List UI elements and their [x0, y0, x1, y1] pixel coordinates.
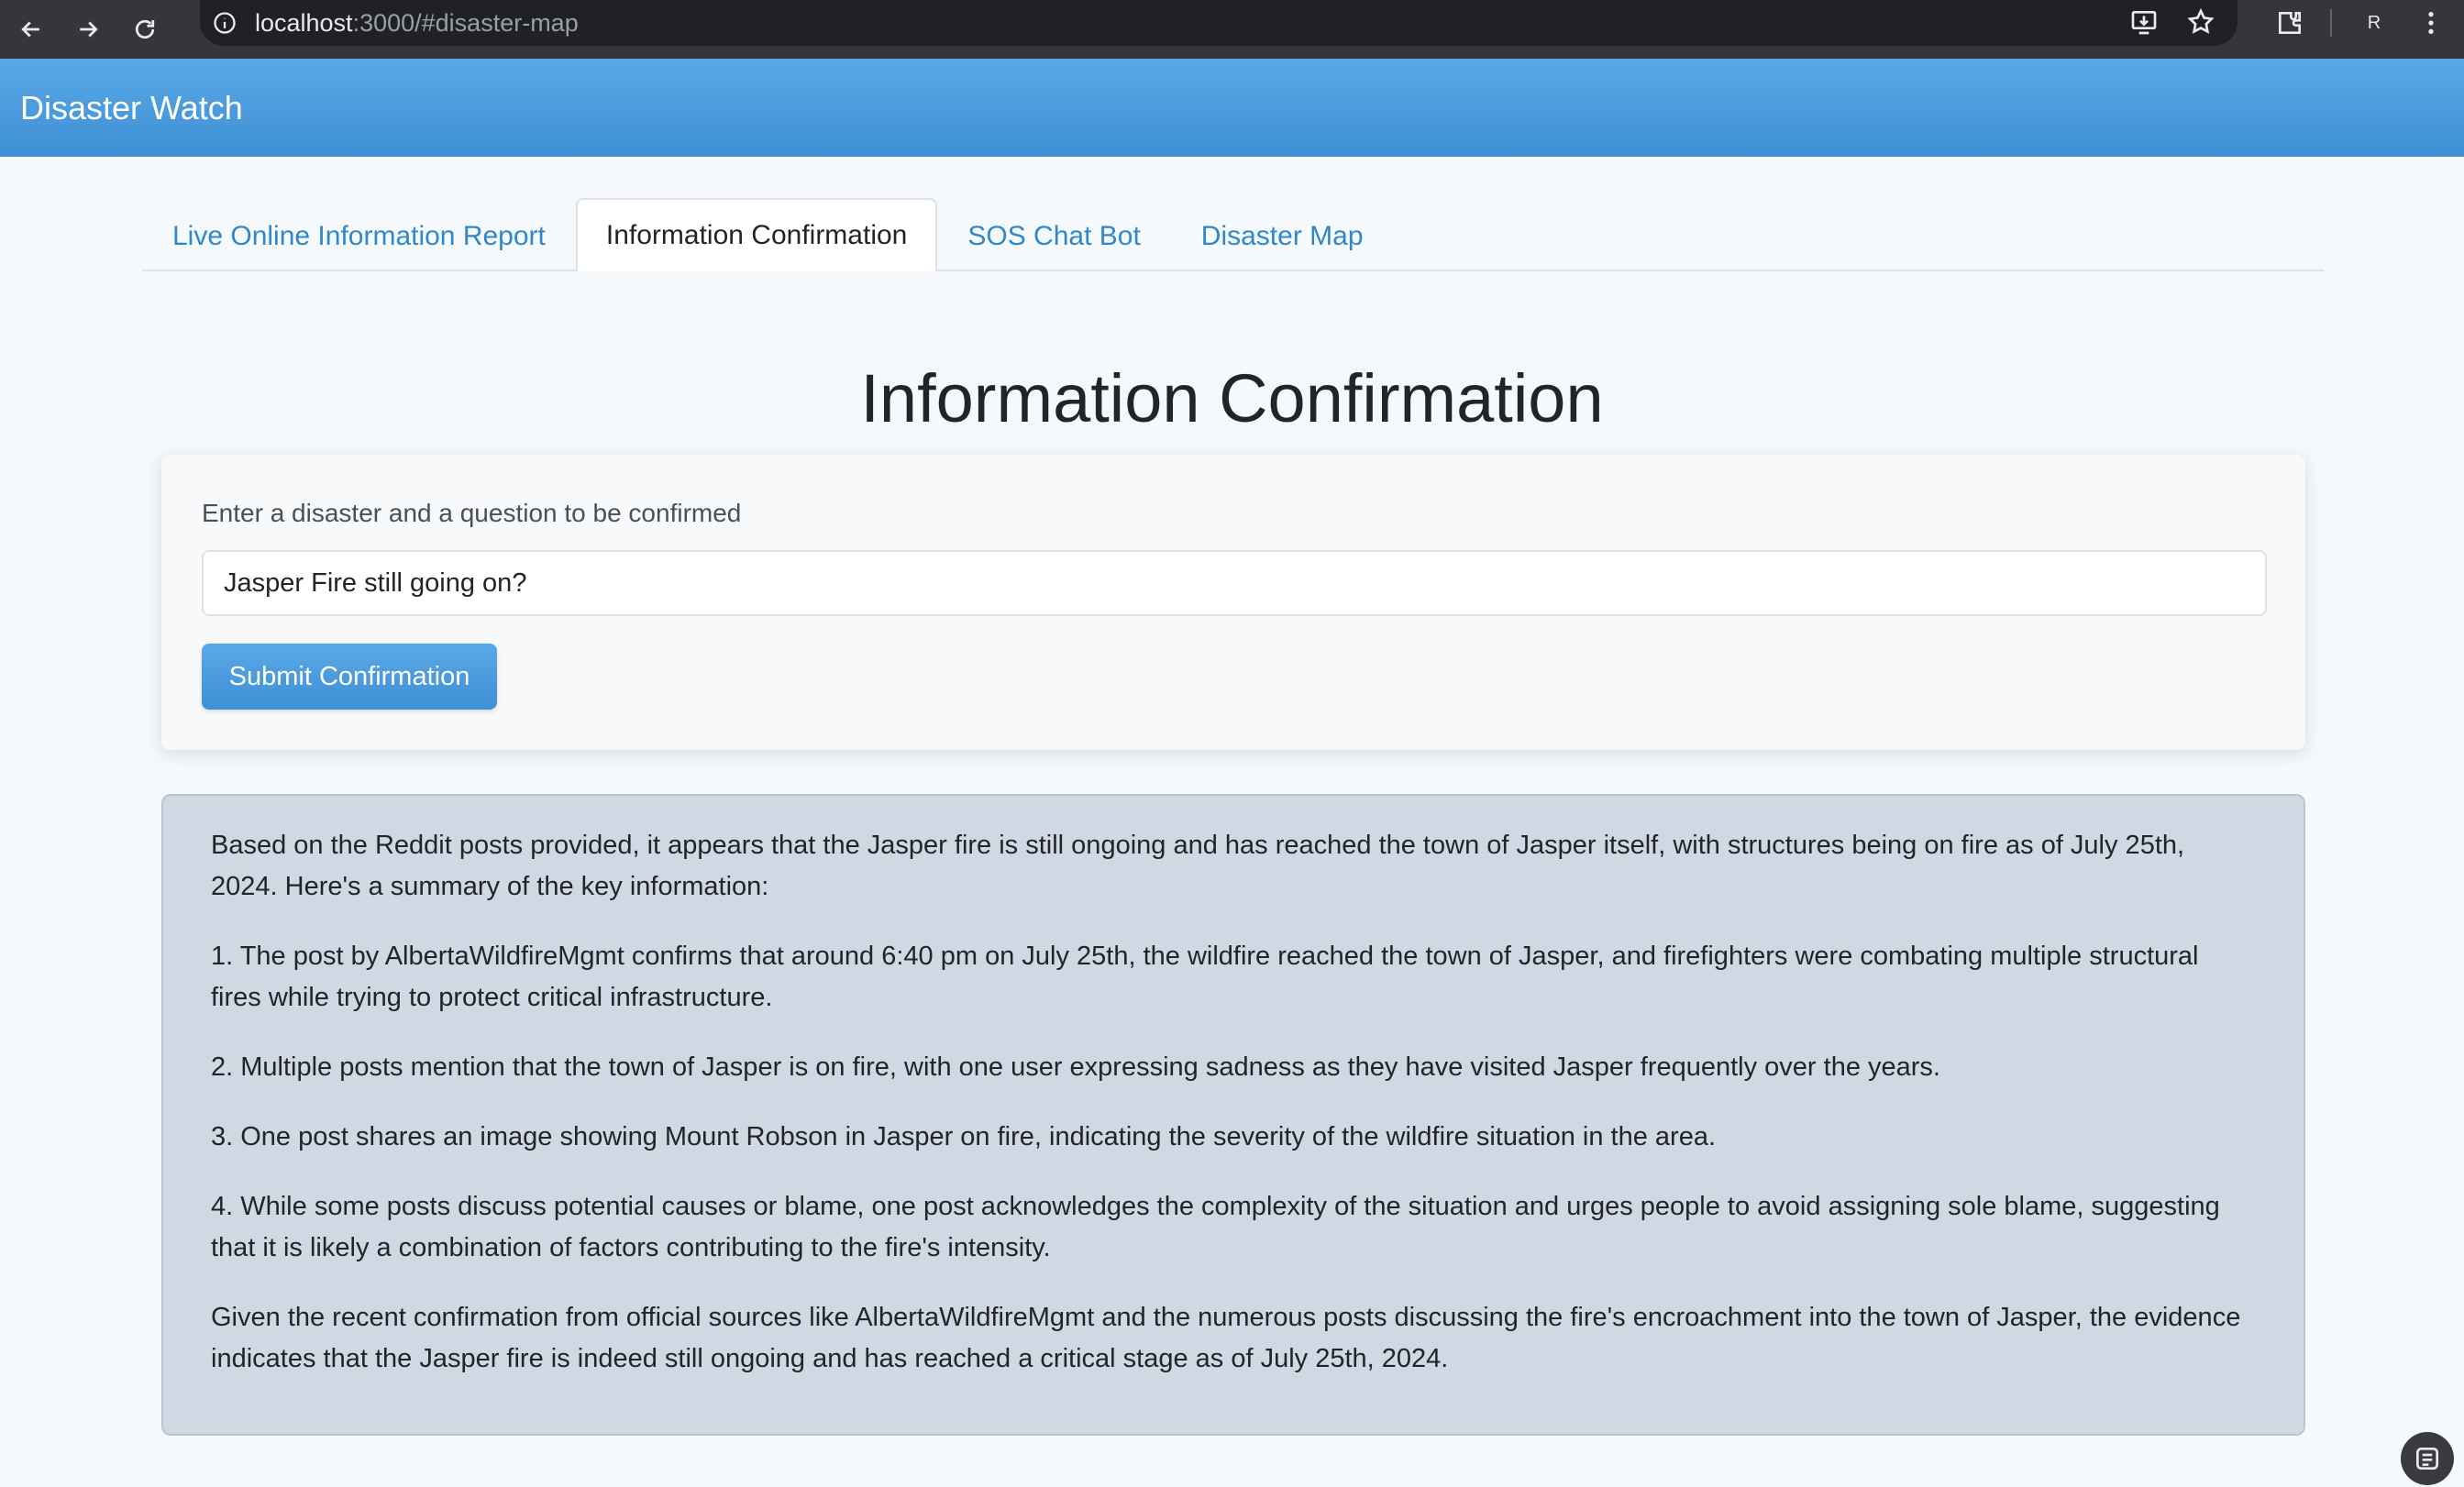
- submit-confirmation-button[interactable]: Submit Confirmation: [202, 644, 497, 710]
- reload-button[interactable]: [119, 4, 171, 55]
- result-paragraph: 4. While some posts discuss potential ca…: [211, 1192, 2220, 1262]
- install-icon[interactable]: [2129, 7, 2159, 37]
- tab-disaster-map[interactable]: Disaster Map: [1171, 200, 1394, 271]
- forward-button[interactable]: [62, 4, 114, 55]
- tab-sos-chat-bot[interactable]: SOS Chat Bot: [937, 200, 1170, 271]
- browser-toolbar: localhost:3000/#disaster-map R: [0, 0, 2464, 59]
- back-icon: [21, 21, 39, 38]
- result-paragraph: 2. Multiple posts mention that the town …: [211, 1052, 1940, 1082]
- toolbar-divider: [2330, 9, 2332, 37]
- star-icon[interactable]: [2186, 7, 2215, 37]
- url-text: localhost:3000/#disaster-map: [255, 8, 579, 37]
- page-title: Information Confirmation: [860, 360, 1604, 436]
- app-navbar: Disaster Watch: [0, 59, 2464, 157]
- confirmation-form-card: Enter a disaster and a question to be co…: [161, 455, 2305, 750]
- result-paragraph: Given the recent confirmation from offic…: [211, 1303, 2241, 1373]
- info-icon[interactable]: [211, 9, 238, 37]
- tab-bar: Live Online Information Report Informati…: [142, 198, 2325, 271]
- forward-icon: [80, 21, 98, 38]
- menu-icon[interactable]: [2416, 8, 2446, 38]
- extensions-icon[interactable]: [2275, 8, 2304, 38]
- screenshot-icon[interactable]: [2401, 1432, 2454, 1485]
- result-paragraph: 1. The post by AlbertaWildfireMgmt confi…: [211, 942, 2199, 1012]
- result-paragraph: Based on the Reddit posts provided, it a…: [211, 831, 2185, 901]
- question-input[interactable]: [202, 550, 2267, 616]
- question-label: Enter a disaster and a question to be co…: [202, 499, 742, 527]
- back-button[interactable]: [6, 4, 57, 55]
- reload-icon: [135, 19, 155, 39]
- brand-title[interactable]: Disaster Watch: [20, 89, 243, 127]
- address-bar[interactable]: localhost:3000/#disaster-map: [200, 0, 2237, 46]
- tab-live-online-information-report[interactable]: Live Online Information Report: [142, 200, 576, 271]
- tab-information-confirmation[interactable]: Information Confirmation: [575, 198, 938, 271]
- confirmation-result-panel: Based on the Reddit posts provided, it a…: [161, 794, 2305, 1436]
- profile-avatar[interactable]: R: [2358, 13, 2391, 34]
- result-paragraph: 3. One post shares an image showing Moun…: [211, 1122, 1717, 1151]
